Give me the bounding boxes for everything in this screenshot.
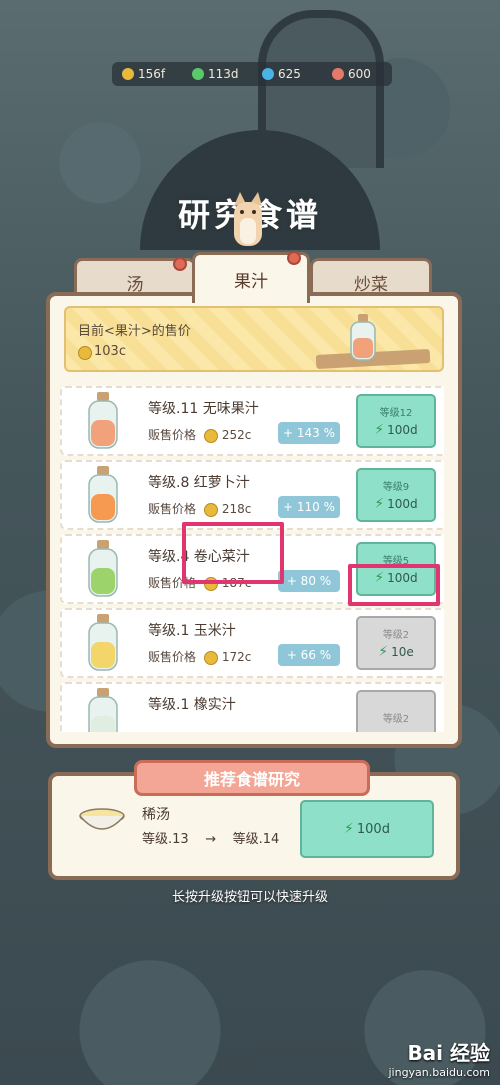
sell-price-value: 172c <box>221 650 252 664</box>
sell-price-value: 252c <box>221 428 252 442</box>
resource-coins-value: 156f <box>138 67 166 81</box>
cat-icon <box>234 192 262 246</box>
bonus-badge: + 143 % <box>278 422 340 444</box>
sell-price-label: 贩售价格 <box>148 428 197 442</box>
tab-stir-fry-label: 炒菜 <box>354 274 388 295</box>
sell-price: 贩售价格 252c <box>148 426 251 443</box>
tab-juice-label: 果汁 <box>234 271 268 292</box>
coin-icon <box>204 428 219 443</box>
resource-gems-value: 625 <box>278 67 301 81</box>
juice-bottle-icon <box>350 314 376 361</box>
watermark: Bai 经验 jingyan.baidu.com <box>388 1037 490 1079</box>
recommend-to-level: 等级.14 <box>232 832 280 847</box>
juice-bottle-icon <box>88 392 118 449</box>
upgrade-cost: 100d <box>387 497 418 511</box>
resource-hearts-value: 600 <box>348 67 371 81</box>
sell-price-label: 贩售价格 <box>148 502 197 516</box>
watermark-brand: Bai 经验 <box>407 1041 490 1065</box>
recommend-recipe-name: 稀汤 <box>142 807 170 823</box>
notification-dot <box>287 251 301 265</box>
sell-price-label: 贩售价格 <box>148 650 197 664</box>
bonus-badge: + 110 % <box>278 496 340 518</box>
recipe-name: 等级.8 红萝卜汁 <box>148 475 250 491</box>
upgrade-button[interactable]: 等级12 ⚡ 100d <box>356 394 436 448</box>
resource-gems: 625 <box>252 67 322 81</box>
coin-icon <box>204 650 219 665</box>
upgrade-button[interactable]: 等级9 ⚡ 100d <box>356 468 436 522</box>
highlight-box <box>182 522 284 584</box>
resource-energy-value: 113d <box>208 67 239 81</box>
arrow-right-icon: → <box>205 832 217 847</box>
recipe-name: 等级.1 玉米汁 <box>148 623 236 639</box>
recommend-level-change: 等级.13 → 等级.14 <box>142 828 279 847</box>
notification-dot <box>173 257 187 271</box>
resource-coins: 156f <box>112 67 182 81</box>
sell-price: 贩售价格 218c <box>148 500 251 517</box>
next-level-label: 等级9 <box>382 482 410 493</box>
recipe-panel: 目前<果汁>的售价 103c 等级.11 无味果汁 贩售价格 252c + 14… <box>46 292 462 748</box>
coin-icon <box>122 68 134 80</box>
recipe-name: 等级.1 橡实汁 <box>148 697 236 713</box>
juice-bottle-icon <box>88 688 118 732</box>
list-item: 等级.8 红萝卜汁 贩售价格 218c + 110 % 等级9 ⚡ 100d <box>60 460 444 530</box>
energy-icon: ⚡ <box>378 644 389 660</box>
tab-juice[interactable]: 果汁 <box>192 251 310 303</box>
sell-price-value: 218c <box>221 502 252 516</box>
list-item: 等级.1 玉米汁 贩售价格 172c + 66 % 等级2 ⚡ 10e <box>60 608 444 678</box>
resource-bar: 156f 113d 625 600 <box>112 62 392 86</box>
juice-bottle-icon <box>88 540 118 597</box>
recommend-cost: 100d <box>356 821 390 837</box>
bonus-badge: + 80 % <box>278 570 340 592</box>
next-level-label: 等级2 <box>382 630 410 641</box>
resource-energy: 113d <box>182 67 252 81</box>
recommend-from-level: 等级.13 <box>142 832 189 847</box>
bonus-badge: + 66 % <box>278 644 340 666</box>
next-level-label: 等级2 <box>382 713 410 725</box>
soup-bowl-icon <box>79 808 125 830</box>
energy-icon: ⚡ <box>344 821 354 837</box>
recipe-name: 等级.11 无味果汁 <box>148 401 259 417</box>
current-price-label: 目前<果汁>的售价 <box>78 324 191 339</box>
upgrade-button-locked[interactable]: 等级2 ⚡ 10e <box>356 616 436 670</box>
current-price-banner: 目前<果汁>的售价 103c <box>64 306 444 372</box>
juice-bottle-icon <box>88 466 118 523</box>
watermark-url: jingyan.baidu.com <box>388 1066 490 1079</box>
gem-icon <box>262 68 274 80</box>
sell-price: 贩售价格 172c <box>148 648 251 665</box>
hint-text: 长按升级按钮可以快速升级 <box>171 890 328 905</box>
upgrade-button-locked[interactable]: 等级2 <box>356 690 436 732</box>
current-price-value: 103c <box>94 344 126 359</box>
tab-soup-label: 汤 <box>126 274 144 295</box>
recommend-title: 推荐食谱研究 <box>134 760 370 796</box>
resource-hearts: 600 <box>322 67 392 81</box>
energy-icon <box>192 68 204 80</box>
energy-icon: ⚡ <box>374 496 385 512</box>
coin-icon <box>204 502 219 517</box>
coin-icon <box>78 346 92 360</box>
heart-icon <box>332 68 344 80</box>
recommend-upgrade-button[interactable]: ⚡ 100d <box>300 800 434 858</box>
upgrade-cost: 10e <box>391 645 414 659</box>
upgrade-cost: 100d <box>387 423 418 437</box>
list-item: 等级.1 橡实汁 等级2 <box>60 682 444 732</box>
energy-icon: ⚡ <box>374 422 385 438</box>
list-item: 等级.11 无味果汁 贩售价格 252c + 143 % 等级12 ⚡ 100d <box>60 386 444 456</box>
next-level-label: 等级12 <box>379 408 413 419</box>
juice-bottle-icon <box>88 614 118 671</box>
highlight-box <box>348 564 440 606</box>
